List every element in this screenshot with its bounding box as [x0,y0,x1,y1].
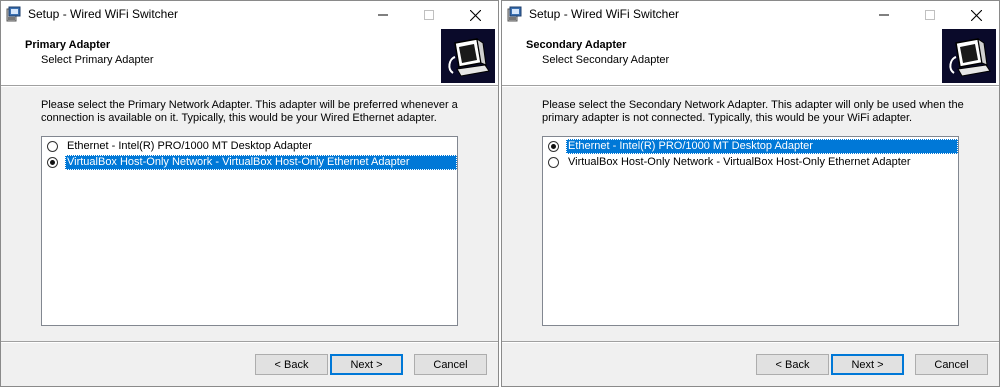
page-subtitle: Select Secondary Adapter [542,54,670,66]
footer-divider [1,341,498,343]
radio-button[interactable] [47,141,58,152]
wizard-header: Primary Adapter Select Primary Adapter [1,29,498,85]
maximize-icon [925,10,935,20]
maximize-icon [424,10,434,20]
back-button[interactable]: < Back [255,354,328,375]
minimize-button[interactable] [360,1,406,29]
header-divider [502,85,999,87]
adapter-option-label: Ethernet - Intel(R) PRO/1000 MT Desktop … [566,139,958,154]
adapter-list[interactable]: Ethernet - Intel(R) PRO/1000 MT Desktop … [41,136,458,326]
adapter-option[interactable]: Ethernet - Intel(R) PRO/1000 MT Desktop … [47,139,314,154]
adapter-list[interactable]: Ethernet - Intel(R) PRO/1000 MT Desktop … [542,136,959,326]
page-title: Secondary Adapter [526,39,627,51]
wizard-header: Secondary Adapter Select Secondary Adapt… [502,29,999,85]
adapter-option[interactable]: VirtualBox Host-Only Network - VirtualBo… [548,155,913,170]
setup-installer-icon [6,6,21,22]
title-bar[interactable]: Setup - Wired WiFi Switcher [502,1,999,29]
footer-divider [502,341,999,343]
title-bar[interactable]: Setup - Wired WiFi Switcher [1,1,498,29]
instructions-text: Please select the Primary Network Adapte… [41,99,458,124]
instructions-text: Please select the Secondary Network Adap… [542,99,964,124]
minimize-icon [378,14,388,16]
setup-window-primary: Setup - Wired WiFi Switcher Primary Adap… [0,0,499,387]
cancel-button[interactable]: Cancel [414,354,487,375]
radio-button-selected[interactable] [548,141,559,152]
next-button[interactable]: Next > [831,354,904,375]
adapter-option-label: VirtualBox Host-Only Network - VirtualBo… [568,156,911,168]
setup-installer-icon [507,6,522,22]
adapter-option-label: VirtualBox Host-Only Network - VirtualBo… [65,155,457,170]
computer-network-icon [942,29,996,83]
setup-window-secondary: Setup - Wired WiFi Switcher Secondary Ad… [501,0,1000,387]
close-button[interactable] [953,1,999,29]
page-subtitle: Select Primary Adapter [41,54,154,66]
back-button[interactable]: < Back [756,354,829,375]
window-title: Setup - Wired WiFi Switcher [529,7,680,21]
maximize-button [907,1,953,29]
minimize-icon [879,14,889,16]
cancel-button[interactable]: Cancel [915,354,988,375]
radio-button[interactable] [548,157,559,168]
minimize-button[interactable] [861,1,907,29]
close-icon [970,9,982,21]
maximize-button [406,1,452,29]
next-button[interactable]: Next > [330,354,403,375]
close-button[interactable] [452,1,498,29]
close-icon [469,9,481,21]
header-divider [1,85,498,87]
adapter-option[interactable]: VirtualBox Host-Only Network - VirtualBo… [47,155,457,170]
adapter-option-label: Ethernet - Intel(R) PRO/1000 MT Desktop … [67,140,312,152]
adapter-option[interactable]: Ethernet - Intel(R) PRO/1000 MT Desktop … [548,139,958,154]
radio-button-selected[interactable] [47,157,58,168]
window-title: Setup - Wired WiFi Switcher [28,7,179,21]
computer-network-icon [441,29,495,83]
page-title: Primary Adapter [25,39,111,51]
